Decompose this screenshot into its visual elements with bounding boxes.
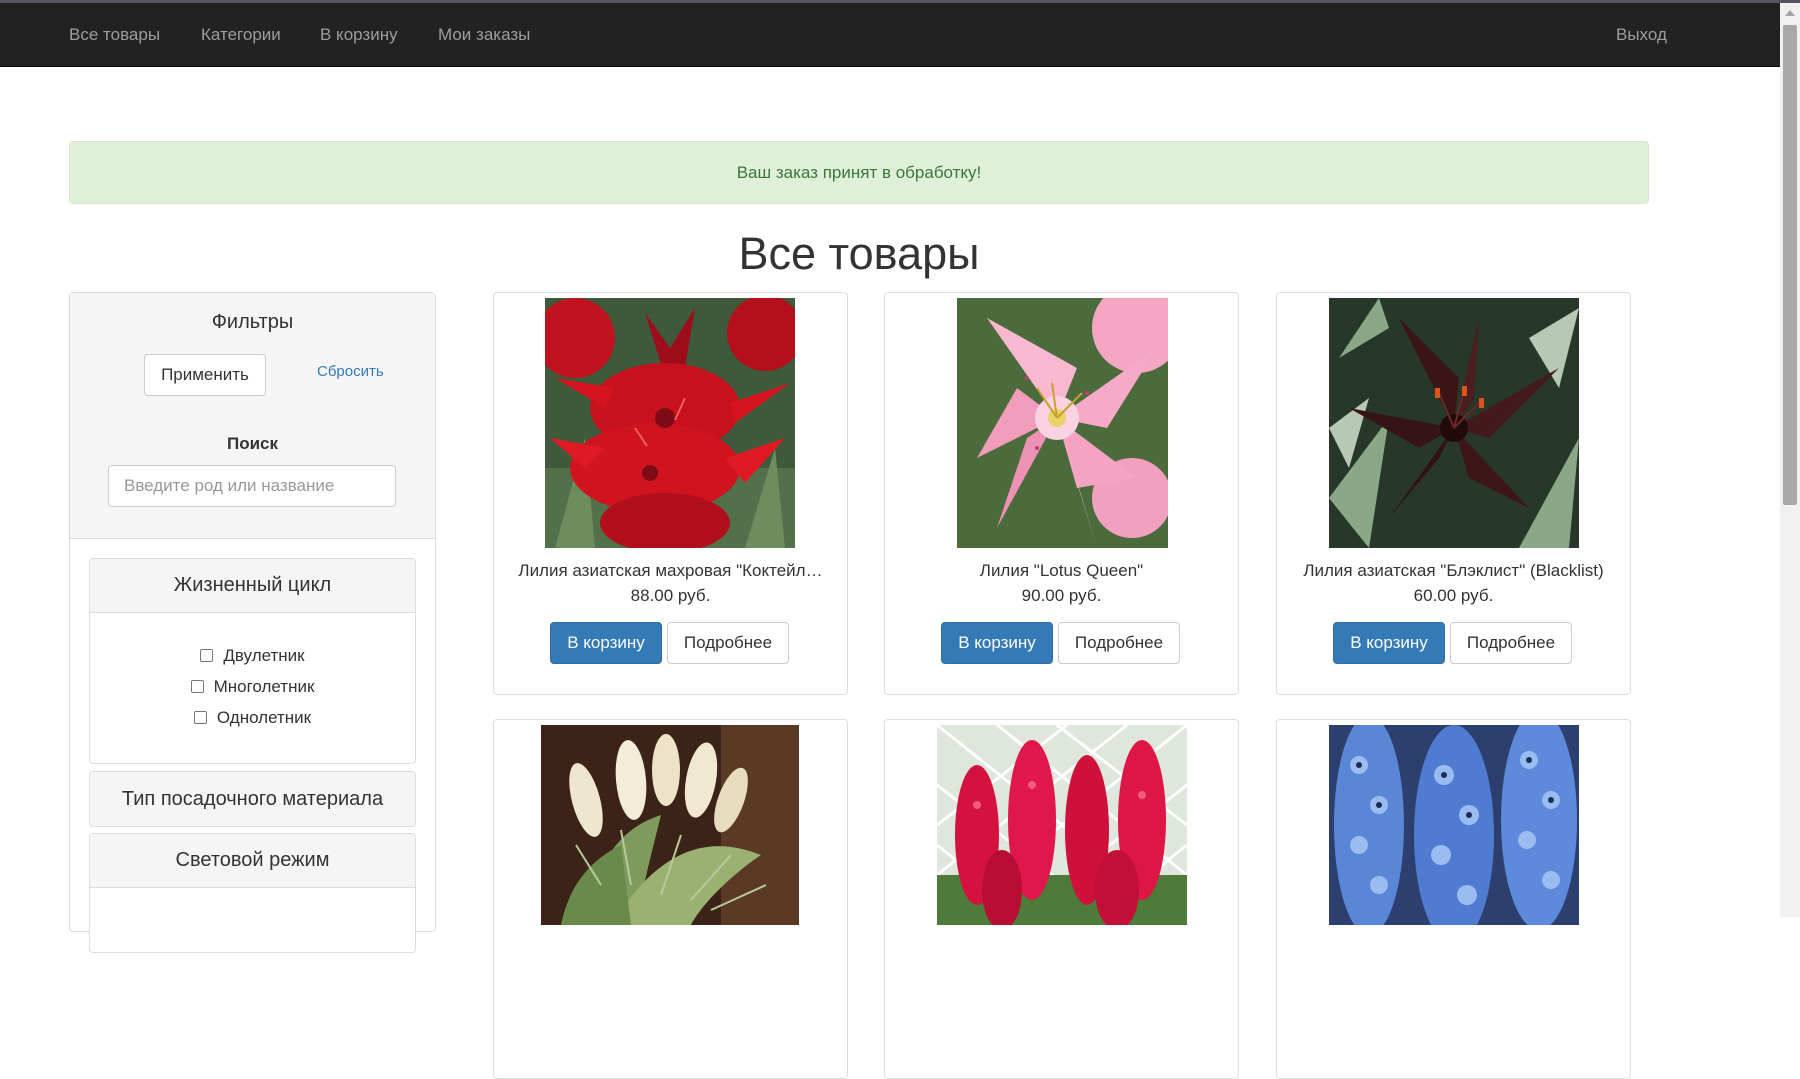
product-card	[884, 719, 1239, 1079]
product-card	[1276, 719, 1631, 1079]
product-card: Лилия азиатская "Блэклист" (Blacklist) 6…	[1276, 292, 1631, 695]
product-name[interactable]: Лилия азиатская махровая "Коктейл…	[509, 561, 832, 581]
filter-panel-planting-material: Тип посадочного материала	[89, 771, 416, 827]
nav-logout[interactable]: Выход	[1616, 3, 1667, 66]
product-image[interactable]	[1329, 298, 1579, 553]
filter-option-label: Многолетник	[213, 677, 315, 696]
filter-panel-heading-light-mode[interactable]: Световой режим	[90, 834, 415, 888]
filters-title: Фильтры	[211, 311, 294, 333]
nav-categories[interactable]: Категории	[201, 3, 281, 66]
details-button[interactable]: Подробнее	[667, 622, 789, 664]
product-price: 60.00 руб.	[1413, 586, 1494, 605]
search-input[interactable]	[108, 465, 396, 507]
reset-filters-link[interactable]: Сбросить	[317, 363, 384, 380]
filter-option-label: Двулетник	[223, 646, 305, 665]
top-navbar: Все товары Категории В корзину Мои заказ…	[0, 3, 1780, 67]
filters-sidebar: Фильтры Применить Сбросить Поиск Жизненн…	[69, 292, 436, 953]
checkbox-biennial[interactable]	[200, 649, 214, 662]
page-scrollbar[interactable]	[1780, 3, 1800, 917]
order-success-alert: Ваш заказ принят в обработку!	[69, 141, 1649, 204]
scroll-up-arrow-icon[interactable]	[1785, 10, 1795, 16]
product-image[interactable]	[545, 298, 795, 553]
page-title: Все товары	[738, 228, 980, 279]
filter-panel-heading-life-cycle[interactable]: Жизненный цикл	[90, 559, 415, 613]
checkbox-annual[interactable]	[193, 711, 207, 724]
filters-header: Фильтры Применить Сбросить Поиск	[70, 293, 435, 539]
nav-cart[interactable]: В корзину	[320, 3, 398, 66]
product-image[interactable]	[541, 725, 799, 930]
product-image[interactable]	[937, 725, 1187, 930]
filter-option-biennial[interactable]: Двулетник	[90, 646, 415, 666]
apply-filters-button[interactable]: Применить	[144, 354, 266, 396]
product-price: 88.00 руб.	[630, 586, 711, 605]
filter-option-annual[interactable]: Однолетник	[90, 708, 415, 728]
product-image[interactable]	[1329, 725, 1579, 930]
alert-text: Ваш заказ принят в обработку!	[736, 162, 982, 182]
product-card: Лилия "Lotus Queen" 90.00 руб. В корзину…	[884, 292, 1239, 695]
filter-panel-light-mode: Световой режим	[89, 833, 416, 953]
product-card: Лилия азиатская махровая "Коктейл… 88.00…	[493, 292, 848, 695]
scrollbar-thumb[interactable]	[1783, 25, 1797, 505]
product-price: 90.00 руб.	[1021, 586, 1102, 605]
filter-option-perennial[interactable]: Многолетник	[90, 677, 415, 697]
nav-all-products[interactable]: Все товары	[69, 3, 160, 66]
add-to-cart-button[interactable]: В корзину	[550, 622, 662, 664]
search-label: Поиск	[226, 434, 279, 453]
add-to-cart-button[interactable]: В корзину	[1333, 622, 1445, 664]
product-image[interactable]	[957, 298, 1168, 553]
nav-my-orders[interactable]: Мои заказы	[438, 3, 530, 66]
filter-panel-life-cycle: Жизненный цикл Двулетник Многолетник Одн…	[89, 558, 416, 764]
product-card	[493, 719, 848, 1079]
filter-option-label: Однолетник	[216, 708, 312, 727]
checkbox-perennial[interactable]	[190, 680, 204, 693]
filter-panel-body-life-cycle: Двулетник Многолетник Однолетник	[90, 613, 415, 763]
product-name[interactable]: Лилия азиатская "Блэклист" (Blacklist)	[1292, 561, 1615, 581]
details-button[interactable]: Подробнее	[1058, 622, 1180, 664]
details-button[interactable]: Подробнее	[1450, 622, 1572, 664]
add-to-cart-button[interactable]: В корзину	[941, 622, 1053, 664]
filter-panel-heading-planting-material[interactable]: Тип посадочного материала	[90, 772, 415, 826]
product-name[interactable]: Лилия "Lotus Queen"	[900, 561, 1223, 581]
